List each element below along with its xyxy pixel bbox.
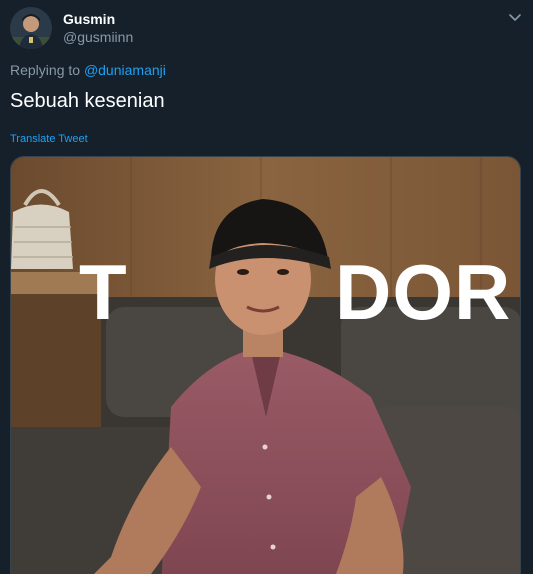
- image-overlay-text-right: DOR: [335, 248, 512, 336]
- tweet: Gusmin @gusmiinn Replying to @duniamanji…: [0, 0, 533, 574]
- reply-mention-link[interactable]: @duniamanji: [84, 62, 166, 78]
- replying-to-label: Replying to: [10, 62, 81, 78]
- tweet-text: Sebuah kesenian: [10, 90, 165, 112]
- replying-to: Replying to @duniamanji: [10, 62, 166, 78]
- display-name[interactable]: Gusmin: [63, 11, 115, 27]
- translate-tweet-link[interactable]: Translate Tweet: [10, 133, 88, 145]
- photo: [11, 157, 520, 574]
- tweet-image[interactable]: T DOR: [10, 156, 521, 574]
- image-overlay-text-left: T: [79, 248, 128, 336]
- user-handle[interactable]: @gusmiinn: [63, 29, 133, 45]
- avatar[interactable]: [10, 7, 52, 49]
- chevron-down-icon[interactable]: [506, 9, 524, 27]
